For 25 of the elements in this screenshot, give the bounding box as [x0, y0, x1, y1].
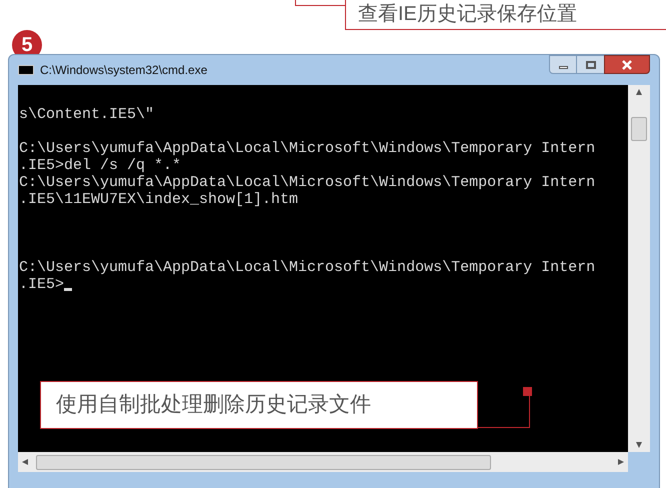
console-line: C:\Users\yumufa\AppData\Local\Microsoft\Windows\Temporary Intern — [19, 140, 596, 157]
console-line: s\Content.IE5\" — [19, 106, 154, 123]
callout-label: 查看IE历史记录保存位置 — [345, 0, 666, 30]
scroll-thumb[interactable] — [36, 454, 491, 470]
scroll-up-icon — [636, 89, 642, 95]
scroll-thumb[interactable] — [631, 117, 647, 141]
console-line: C:\Users\yumufa\AppData\Local\Microsoft\Windows\Temporary Intern — [19, 174, 596, 191]
minimize-button[interactable] — [549, 55, 577, 74]
close-icon — [622, 60, 632, 70]
scroll-left-icon — [22, 459, 28, 465]
console-line: .IE5>del /s /q *.* — [19, 157, 182, 174]
vertical-scrollbar[interactable] — [628, 85, 650, 452]
console-line: C:\Users\yumufa\AppData\Local\Microsoft\Windows\Temporary Intern — [19, 259, 596, 276]
console-app-icon — [18, 65, 34, 75]
close-button[interactable] — [604, 55, 650, 74]
minimize-icon — [558, 66, 568, 69]
console-line: .IE5\11EWU7EX\index_show[1].htm — [19, 191, 298, 208]
maximize-button[interactable] — [577, 55, 604, 74]
horizontal-scrollbar[interactable] — [18, 452, 628, 472]
console-line: .IE5> — [19, 276, 72, 293]
scroll-down-icon — [636, 442, 642, 448]
window-title: C:\Windows\system32\cmd.exe — [40, 62, 208, 79]
maximize-icon — [586, 60, 596, 68]
scroll-right-icon — [618, 459, 624, 465]
callout-label: 使用自制批处理删除历史记录文件 — [40, 381, 478, 429]
